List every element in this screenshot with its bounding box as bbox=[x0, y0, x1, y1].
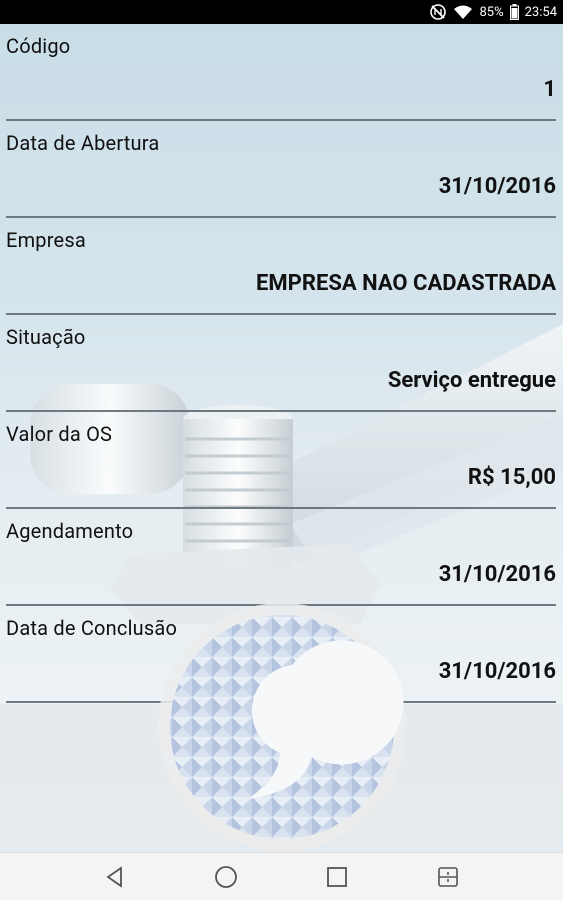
field-label: Situação bbox=[6, 325, 86, 349]
field-value: R$ 15,00 bbox=[467, 465, 556, 490]
no-nfc-icon bbox=[429, 3, 447, 21]
field-value: EMPRESA NAO CADASTRADA bbox=[256, 271, 556, 296]
field-value: 31/10/2016 bbox=[438, 174, 556, 199]
field-label: Empresa bbox=[6, 228, 86, 252]
split-screen-icon[interactable] bbox=[432, 861, 464, 893]
field-label: Valor da OS bbox=[6, 422, 113, 446]
field-data-abertura: Data de Abertura 31/10/2016 bbox=[6, 121, 556, 218]
android-navigation-bar bbox=[0, 852, 563, 900]
battery-percent: 85% bbox=[479, 4, 504, 20]
field-label: Data de Abertura bbox=[6, 131, 160, 155]
clock: 23:54 bbox=[524, 4, 557, 20]
home-icon[interactable] bbox=[210, 861, 242, 893]
status-bar: 85% 23:54 bbox=[0, 0, 563, 24]
battery-icon bbox=[509, 4, 519, 20]
field-codigo: Código 1 bbox=[6, 24, 556, 121]
field-situacao: Situação Serviço entregue bbox=[6, 315, 556, 412]
field-value: 31/10/2016 bbox=[438, 659, 556, 684]
field-value: 31/10/2016 bbox=[438, 562, 556, 587]
recents-icon[interactable] bbox=[321, 861, 353, 893]
field-empresa: Empresa EMPRESA NAO CADASTRADA bbox=[6, 218, 556, 315]
field-valor-os: Valor da OS R$ 15,00 bbox=[6, 412, 556, 509]
field-agendamento: Agendamento 31/10/2016 bbox=[6, 509, 556, 606]
back-icon[interactable] bbox=[99, 861, 131, 893]
field-label: Agendamento bbox=[6, 519, 134, 543]
field-label: Código bbox=[6, 34, 71, 58]
app-logo-watermark bbox=[158, 603, 406, 851]
field-value: Serviço entregue bbox=[387, 368, 556, 393]
field-value: 1 bbox=[543, 77, 556, 102]
wifi-icon bbox=[453, 4, 473, 20]
